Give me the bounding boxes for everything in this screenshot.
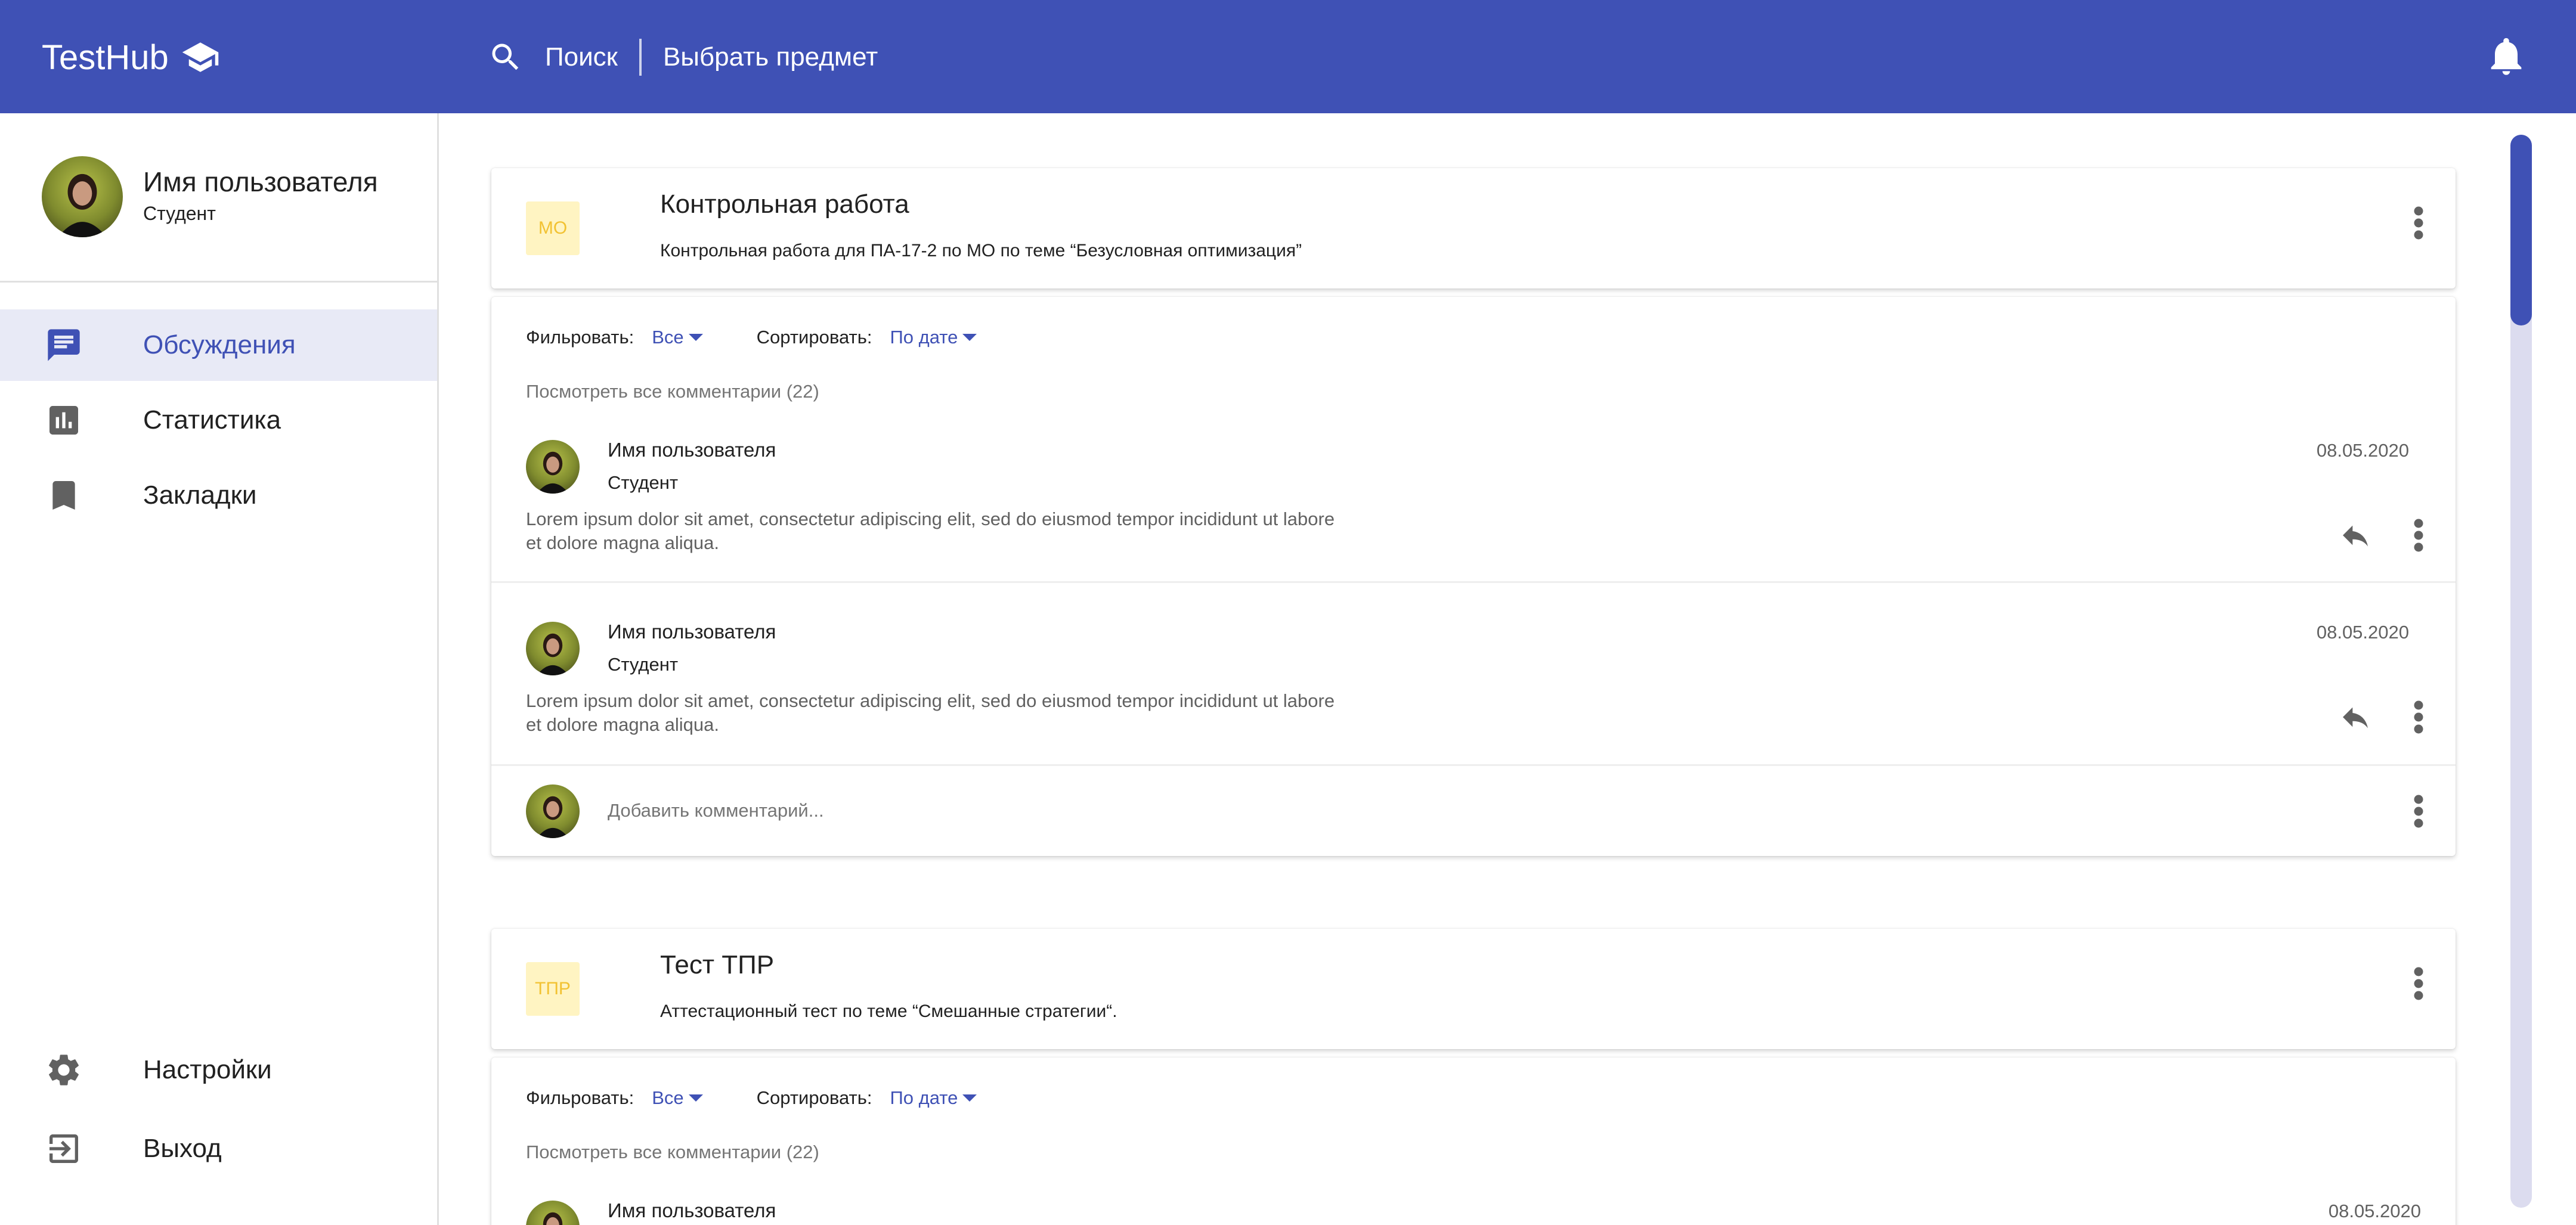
sidebar-item-label: Обсуждения <box>143 330 296 359</box>
comment-date: 08.05.2020 <box>2316 440 2409 461</box>
divider <box>639 39 642 76</box>
comments-card: Фильровать: Все Сортировать: По дате Пос… <box>491 297 2456 856</box>
user-profile: Имя пользователя Студент <box>0 113 437 283</box>
sidebar-item-label: Закладки <box>143 480 257 510</box>
comment-author: Имя пользователя <box>608 439 776 461</box>
graduation-cap-icon <box>182 42 219 72</box>
comment-date: 08.05.2020 <box>2328 1201 2421 1221</box>
bookmark-icon <box>52 481 75 510</box>
sidebar-item-logout[interactable]: Выход <box>0 1113 437 1184</box>
post-card: ТПР Тест ТПР Аттестационный тест по теме… <box>491 929 2456 1049</box>
subject-badge: ТПР <box>526 962 580 1016</box>
sidebar: Имя пользователя Студент Обсуждения Стат… <box>0 113 439 1225</box>
search-icon[interactable] <box>488 39 524 75</box>
comment-text: Lorem ipsum dolor sit amet, consectetur … <box>526 690 1335 735</box>
comment-text: Lorem ipsum dolor sit amet, consectetur … <box>526 508 1335 553</box>
avatar[interactable] <box>526 440 580 494</box>
notifications-bell-icon[interactable] <box>2484 33 2529 79</box>
comment-author: Имя пользователя <box>608 621 776 643</box>
comment-item: Имя пользователя Студент 08.05.2020 Lore… <box>491 433 2456 583</box>
caret-down-icon <box>688 1094 703 1102</box>
filter-value: Все <box>652 1087 684 1108</box>
filter-row: Фильровать: Все Сортировать: По дате <box>526 1083 977 1113</box>
add-comment-input[interactable]: Добавить комментарий... <box>608 800 824 821</box>
reply-icon[interactable] <box>2339 519 2372 552</box>
sidebar-item-label: Настройки <box>143 1055 272 1084</box>
filter-dropdown[interactable]: Все <box>652 1087 703 1109</box>
more-vert-icon[interactable] <box>2407 517 2431 553</box>
sort-value: По дате <box>890 327 958 348</box>
profile-role: Студент <box>143 203 216 224</box>
more-vert-icon[interactable] <box>2407 793 2431 829</box>
more-vert-icon[interactable] <box>2407 205 2431 241</box>
comment-item: Имя пользователя Студент 08.05.2020 Lore… <box>491 585 2456 766</box>
filter-label: Фильровать: <box>526 1087 634 1108</box>
sidebar-item-label: Статистика <box>143 405 281 435</box>
sort-value: По дате <box>890 1087 958 1108</box>
view-all-comments-link[interactable]: Посмотреть все комментарии (22) <box>526 1142 819 1163</box>
search-bar[interactable]: Поиск Выбрать предмет <box>488 35 878 80</box>
exit-icon <box>49 1134 78 1163</box>
gear-icon <box>49 1055 79 1086</box>
app-logo[interactable]: TestHub <box>42 35 220 80</box>
app-title: TestHub <box>42 38 169 77</box>
sidebar-item-bookmarks[interactable]: Закладки <box>0 460 437 531</box>
avatar[interactable] <box>526 622 580 675</box>
caret-down-icon <box>962 334 977 341</box>
filter-dropdown[interactable]: Все <box>652 327 703 348</box>
avatar[interactable] <box>42 156 123 237</box>
caret-down-icon <box>688 334 703 341</box>
subject-select[interactable]: Выбрать предмет <box>663 42 878 72</box>
filter-label: Фильровать: <box>526 327 634 348</box>
search-input[interactable]: Поиск <box>545 42 618 72</box>
comments-card: Фильровать: Все Сортировать: По дате Пос… <box>491 1057 2456 1225</box>
comment-author-role: Студент <box>608 472 679 493</box>
sort-label: Сортировать: <box>756 1087 872 1108</box>
filter-value: Все <box>652 327 684 348</box>
sort-label: Сортировать: <box>756 327 872 348</box>
reply-icon[interactable] <box>2339 700 2372 734</box>
sort-dropdown[interactable]: По дате <box>890 327 977 348</box>
more-vert-icon[interactable] <box>2407 699 2431 735</box>
sort-dropdown[interactable]: По дате <box>890 1087 977 1109</box>
sidebar-item-discussions[interactable]: Обсуждения <box>0 309 437 381</box>
bar-chart-icon <box>49 406 78 435</box>
comment-item: Имя пользователя 08.05.2020 <box>491 1193 2456 1225</box>
filter-row: Фильровать: Все Сортировать: По дате <box>526 322 977 352</box>
post-description: Контрольная работа для ПА-17-2 по МО по … <box>660 241 1302 260</box>
post-title[interactable]: Тест ТПР <box>660 950 774 980</box>
chat-icon <box>48 329 80 361</box>
profile-name: Имя пользователя <box>143 166 378 197</box>
avatar[interactable] <box>526 1201 580 1225</box>
sidebar-item-label: Выход <box>143 1134 222 1163</box>
avatar <box>526 784 580 838</box>
comment-author-role: Студент <box>608 654 679 675</box>
add-comment-row: Добавить комментарий... <box>491 768 2456 856</box>
more-vert-icon[interactable] <box>2407 966 2431 1001</box>
sidebar-item-statistics[interactable]: Статистика <box>0 384 437 456</box>
subject-badge: МО <box>526 201 580 255</box>
view-all-comments-link[interactable]: Посмотреть все комментарии (22) <box>526 381 819 402</box>
post-title[interactable]: Контрольная работа <box>660 190 909 219</box>
top-app-bar: TestHub Поиск Выбрать предмет <box>0 0 2576 113</box>
post-description: Аттестационный тест по теме “Смешанные с… <box>660 1001 1117 1021</box>
post-card: МО Контрольная работа Контрольная работа… <box>491 168 2456 289</box>
scrollbar-thumb[interactable] <box>2510 135 2532 325</box>
caret-down-icon <box>962 1094 977 1102</box>
comment-author: Имя пользователя <box>608 1199 776 1221</box>
sidebar-item-settings[interactable]: Настройки <box>0 1034 437 1106</box>
comment-date: 08.05.2020 <box>2316 622 2409 643</box>
